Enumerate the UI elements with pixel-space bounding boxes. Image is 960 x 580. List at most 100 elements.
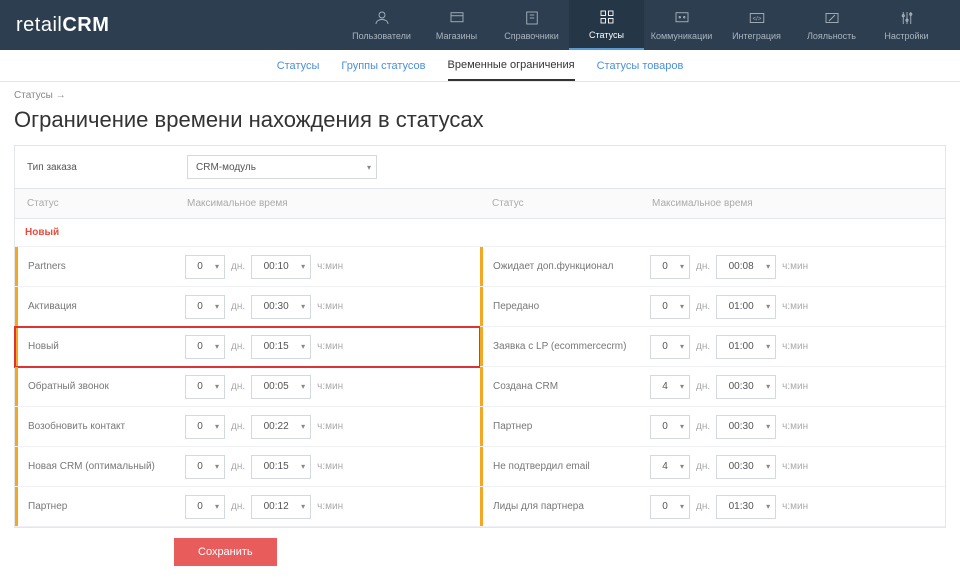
days-unit: дн. [231,381,245,392]
days-select[interactable]: 4 [650,375,690,399]
nav-item-sliders[interactable]: Настройки [869,0,944,50]
status-row: Партнер 0 дн. 00:30 ч:мин [480,407,945,447]
logo-b: CRM [62,14,109,36]
user-icon [373,9,391,27]
hm-unit: ч:мин [317,261,343,272]
main-nav: Пользователи Магазины Справочники Статусы Ко… [344,0,944,50]
subnav-item[interactable]: Статусы товаров [597,52,684,80]
col-status-right: Статус [480,189,640,218]
nav-label: Настройки [884,31,928,41]
nav-label: Магазины [436,31,477,41]
status-row: Возобновить контакт0дн.00:22ч:мин [15,407,480,447]
hm-unit: ч:мин [317,341,343,352]
logo-a: retail [16,14,62,36]
time-select[interactable]: 00:15 [251,335,311,359]
nav-item-link[interactable]: </>Интеграция [719,0,794,50]
nav-label: Справочники [504,31,559,41]
hm-unit: ч:мин [782,421,808,432]
time-select[interactable]: 01:00 [716,335,776,359]
status-row: Partners0дн.00:10ч:мин [15,247,480,287]
status-name: Активация [15,287,175,326]
time-select[interactable]: 00:15 [251,455,311,479]
nav-item-grid[interactable]: Статусы [569,0,644,50]
col-status-left: Статус [15,189,175,218]
subnav-item[interactable]: Статусы [277,52,320,80]
time-select[interactable]: 00:10 [251,255,311,279]
nav-item-percent[interactable]: Лояльность [794,0,869,50]
days-select[interactable]: 0 [185,335,225,359]
right-column: Ожидает доп.функционал0дн.00:08ч:минПере… [480,247,945,527]
chat-icon [673,9,691,27]
save-button[interactable]: Сохранить [174,538,277,566]
status-name: Ожидает доп.функционал [480,247,640,286]
days-select[interactable]: 0 [650,255,690,279]
nav-label: Статусы [589,30,624,40]
grid-icon [598,8,616,26]
hm-unit: ч:мин [317,461,343,472]
time-select[interactable]: 00:30 [716,455,776,479]
status-name: Партнер [15,487,175,526]
order-type-select[interactable]: CRM-модуль [187,155,377,179]
days-select[interactable]: 0 [650,415,690,439]
book-icon [523,9,541,27]
nav-item-chat[interactable]: Коммуникации [644,0,719,50]
status-row: Передано0дн.01:00ч:мин [480,287,945,327]
nav-item-user[interactable]: Пользователи [344,0,419,50]
time-select[interactable]: 00:30 [251,295,311,319]
days-select[interactable]: 0 [185,495,225,519]
nav-label: Пользователи [352,31,411,41]
hm-unit: ч:мин [317,301,343,312]
days-unit: дн. [231,501,245,512]
nav-item-book[interactable]: Справочники [494,0,569,50]
status-row: Партнер0дн.00:12ч:мин [15,487,480,527]
hm-unit: ч:мин [317,381,343,392]
days-unit: дн. [696,381,710,392]
status-row: Активация0дн.00:30ч:мин [15,287,480,327]
store-icon [448,9,466,27]
days-select[interactable]: 0 [185,415,225,439]
time-select[interactable]: 00:30 [716,375,776,399]
days-select[interactable]: 0 [185,375,225,399]
status-row: Новый0дн.00:15ч:мин [15,327,480,367]
time-select[interactable]: 00:22 [251,415,311,439]
days-unit: дн. [696,341,710,352]
days-select[interactable]: 0 [650,335,690,359]
time-select[interactable]: 01:30 [716,495,776,519]
col-max-left: Максимальное время [175,189,480,218]
subnav-item[interactable]: Временные ограничения [448,51,575,81]
days-unit: дн. [696,261,710,272]
status-name: Лиды для партнера [480,487,640,526]
days-select[interactable]: 0 [650,295,690,319]
time-select[interactable]: 01:00 [716,295,776,319]
days-select[interactable]: 4 [650,455,690,479]
days-unit: дн. [231,421,245,432]
subnav-item[interactable]: Группы статусов [341,52,425,80]
days-select[interactable]: 0 [185,295,225,319]
days-select[interactable]: 0 [185,455,225,479]
days-select[interactable]: 0 [185,255,225,279]
days-select[interactable]: 0 [650,495,690,519]
hm-unit: ч:мин [782,501,808,512]
time-select[interactable]: 00:08 [716,255,776,279]
nav-label: Интеграция [732,31,781,41]
sub-nav: Статусы Группы статусов Временные ограниче… [0,50,960,82]
status-name: Partners [15,247,175,286]
status-name: Создана CRM [480,367,640,406]
time-select[interactable]: 00:05 [251,375,311,399]
left-column: Partners 0 дн. 00:10 ч:мин Активация 0 дн. 00:30… [15,247,480,527]
page-title: Ограничение времени нахождения в статуса… [14,107,946,133]
hm-unit: ч:мин [782,381,808,392]
time-select[interactable]: 00:12 [251,495,311,519]
status-row: Создана CRM 4 дн. 00:30 ч:мин [480,367,945,407]
status-name: Не подтвердил email [480,447,640,486]
time-select[interactable]: 00:30 [716,415,776,439]
logo[interactable]: retailCRM [16,14,109,37]
order-type-label: Тип заказа [15,146,175,188]
days-unit: дн. [696,421,710,432]
nav-label: Коммуникации [651,31,713,41]
breadcrumb[interactable]: Статусы → [14,90,946,101]
days-unit: дн. [696,301,710,312]
status-row: Новая CRM (оптимальный)0дн.00:15ч:мин [15,447,480,487]
status-name: Партнер [480,407,640,446]
nav-item-store[interactable]: Магазины [419,0,494,50]
